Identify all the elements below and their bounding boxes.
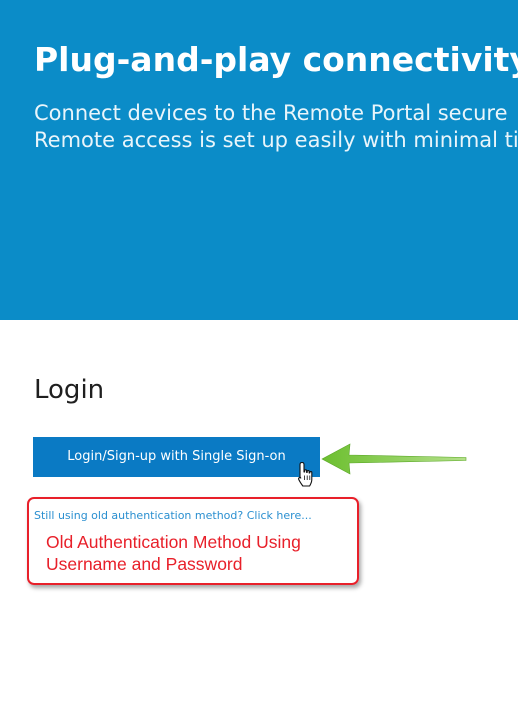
green-arrow-icon [321,443,467,475]
hero-banner: Plug-and-play connectivity Connect devic… [0,0,518,320]
hero-title: Plug-and-play connectivity [34,40,518,79]
hero-description-line-1: Connect devices to the Remote Portal sec… [34,101,508,125]
login-heading: Login [34,375,105,405]
annotation-line-2: Username and Password [46,554,243,574]
sso-login-button[interactable]: Login/Sign-up with Single Sign-on [33,437,320,477]
hero-description-line-2: Remote access is set up easily with mini… [34,128,518,152]
annotation-line-1: Old Authentication Method Using [46,532,301,552]
hand-pointer-icon [298,461,313,487]
hero-description: Connect devices to the Remote Portal sec… [34,100,518,154]
old-auth-link[interactable]: Still using old authentication method? C… [34,509,312,523]
annotation-text: Old Authentication Method Using Username … [46,531,301,575]
